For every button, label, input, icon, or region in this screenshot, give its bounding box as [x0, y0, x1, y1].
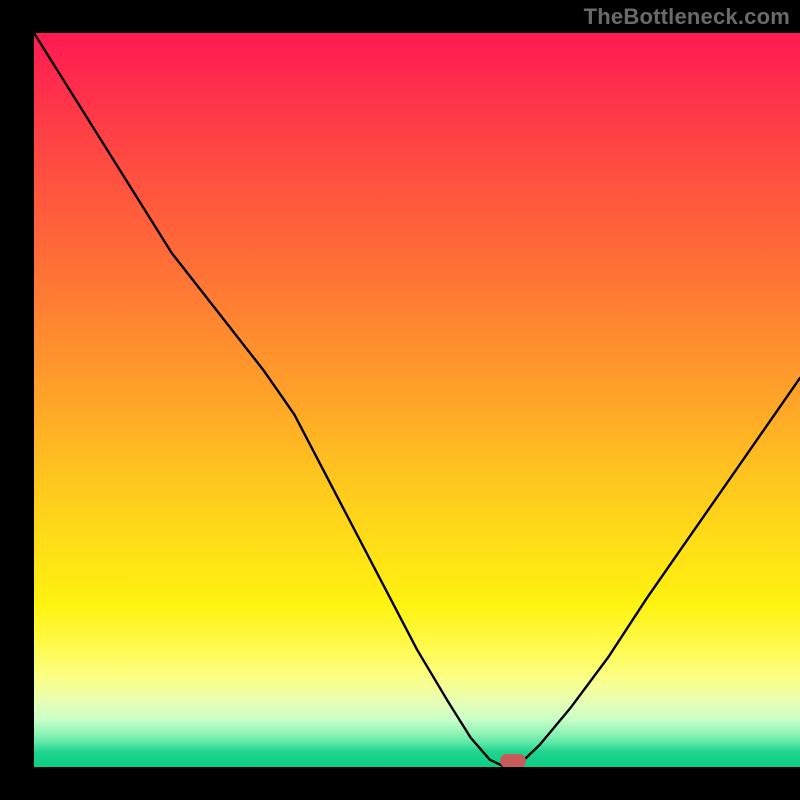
optimal-marker-icon [500, 754, 526, 767]
chart-frame: TheBottleneck.com [0, 0, 800, 800]
watermark-text: TheBottleneck.com [584, 4, 790, 30]
plot-area [34, 33, 800, 767]
bottleneck-curve [34, 33, 800, 767]
